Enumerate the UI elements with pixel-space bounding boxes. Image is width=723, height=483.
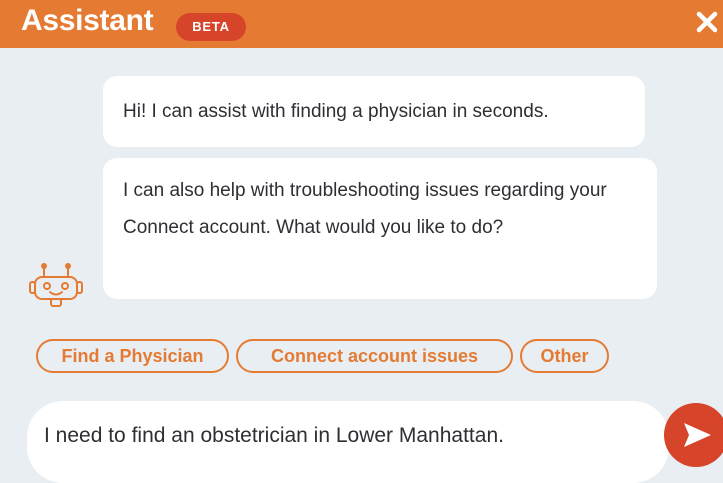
bot-message: I can also help with troubleshooting iss…: [103, 158, 657, 299]
bot-message: Hi! I can assist with finding a physicia…: [103, 76, 645, 147]
quick-reply-other[interactable]: Other: [520, 339, 609, 373]
close-icon[interactable]: [695, 10, 719, 34]
robot-icon: [27, 262, 85, 312]
quick-reply-connect-account[interactable]: Connect account issues: [236, 339, 513, 373]
send-icon: [684, 423, 711, 447]
quick-reply-find-physician[interactable]: Find a Physician: [36, 339, 229, 373]
beta-badge: BETA: [176, 13, 246, 41]
send-button[interactable]: [664, 403, 723, 467]
header-title: Assistant: [21, 4, 154, 37]
assistant-header: Assistant BETA: [0, 0, 723, 48]
